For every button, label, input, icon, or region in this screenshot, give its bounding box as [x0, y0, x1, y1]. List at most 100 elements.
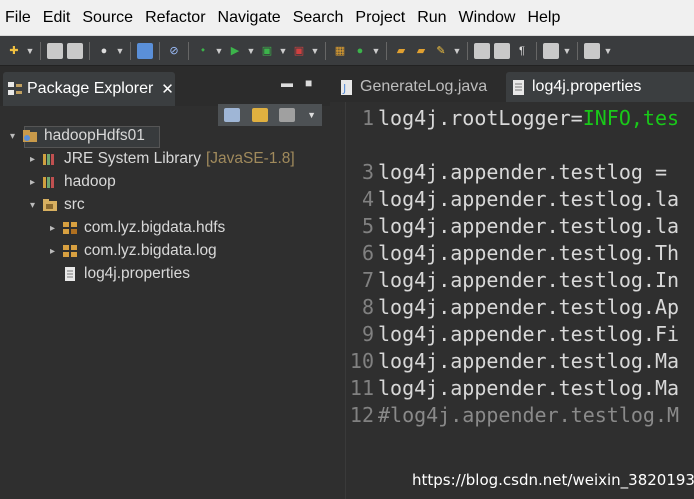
- last-tool-dropdown-icon[interactable]: ▼: [311, 43, 320, 59]
- toolbar-separator: [188, 41, 189, 60]
- skip-breakpoints-icon[interactable]: ⊘: [166, 43, 182, 59]
- source-folder-icon: [43, 199, 57, 211]
- external-tools-dropdown-icon[interactable]: ▼: [215, 43, 224, 59]
- debug-dropdown-icon[interactable]: ▼: [116, 43, 125, 59]
- code-line[interactable]: log4j.appender.testlog.Fi: [378, 322, 679, 346]
- toolbar-separator: [467, 41, 468, 60]
- new-class-icon[interactable]: ●: [352, 43, 368, 59]
- gutter-divider: [345, 102, 346, 499]
- new-icon[interactable]: ✚: [6, 43, 22, 59]
- expand-twisty-icon[interactable]: ▸: [50, 223, 62, 234]
- code-line[interactable]: log4j.appender.testlog.Ap: [378, 295, 679, 319]
- line-number: 1: [361, 106, 374, 130]
- menu-project[interactable]: Project: [350, 0, 412, 36]
- expand-twisty-icon[interactable]: ▸: [30, 177, 42, 188]
- code-line[interactable]: log4j.appender.testlog.Ma: [378, 349, 679, 373]
- menu-source[interactable]: Source: [77, 0, 140, 36]
- new-dropdown-icon[interactable]: ▼: [26, 43, 35, 59]
- new-class-dropdown-icon[interactable]: ▼: [372, 43, 381, 59]
- code-line[interactable]: log4j.appender.testlog.Th: [378, 241, 679, 265]
- save-icon[interactable]: [47, 42, 63, 59]
- code-line-comment[interactable]: #log4j.appender.testlog.M: [378, 403, 679, 427]
- focus-icon[interactable]: [279, 108, 296, 122]
- run-dropdown-icon[interactable]: ▼: [247, 43, 256, 59]
- open-task-icon[interactable]: ▰: [413, 43, 429, 59]
- code-line[interactable]: log4j.appender.testlog.In: [378, 268, 679, 292]
- menu-refactor[interactable]: Refactor: [140, 0, 212, 36]
- explorer-title: Package Explorer: [27, 80, 154, 97]
- tree-item-package-log[interactable]: ▸ com.lyz.bigdata.log: [50, 240, 217, 262]
- package-icon: [63, 245, 77, 257]
- annotation-dropdown-icon[interactable]: ▼: [563, 43, 572, 59]
- tree-item-src[interactable]: ▾ src: [30, 194, 85, 216]
- menu-navigate[interactable]: Navigate: [213, 0, 288, 36]
- tree-item-hadoopHdfs01[interactable]: ▾ hadoopHdfs01: [10, 125, 145, 147]
- save-all-icon[interactable]: [67, 42, 83, 59]
- code-line[interactable]: log4j.appender.testlog.la: [378, 187, 679, 211]
- line-number: 12: [349, 403, 374, 427]
- code-editor[interactable]: 1 log4j.rootLogger=INFO,tes 3 log4j.appe…: [330, 102, 694, 499]
- view-menu-icon[interactable]: ▼: [307, 110, 316, 120]
- tree-item-label: com.lyz.bigdata.hdfs: [84, 219, 226, 236]
- editor-panel: J GenerateLog.java log4j.properties 1 lo…: [330, 66, 694, 499]
- search-dropdown-icon[interactable]: ▼: [453, 43, 462, 59]
- toolbar-separator: [577, 41, 578, 60]
- line-number: 5: [361, 214, 374, 238]
- properties-file-icon: [513, 79, 524, 95]
- collapse-twisty-icon[interactable]: ▾: [30, 200, 42, 211]
- tab-package-explorer[interactable]: Package Explorer ✕: [3, 72, 175, 106]
- tree-item-label: hadoopHdfs01: [44, 127, 145, 144]
- brush-icon[interactable]: ✎: [433, 43, 449, 59]
- link-with-editor-icon[interactable]: [251, 108, 268, 122]
- tree-item-package-hdfs[interactable]: ▸ com.lyz.bigdata.hdfs: [50, 217, 225, 239]
- last-edit-icon[interactable]: [584, 42, 600, 59]
- run-last-tool-icon[interactable]: ▣: [291, 43, 307, 59]
- external-tools-icon[interactable]: ⬩: [195, 43, 211, 59]
- line-number: 6: [361, 241, 374, 265]
- property-value: INFO,tes: [582, 106, 680, 130]
- tree-item-label: JRE System Library: [64, 150, 201, 167]
- coverage-dropdown-icon[interactable]: ▼: [279, 43, 288, 59]
- expand-twisty-icon[interactable]: ▸: [50, 246, 62, 257]
- menu-window[interactable]: Window: [454, 0, 523, 36]
- run-coverage-icon[interactable]: ▣: [259, 43, 275, 59]
- menu-bar: File Edit Source Refactor Navigate Searc…: [0, 0, 694, 36]
- code-line[interactable]: log4j.appender.testlog.Ma: [378, 376, 679, 400]
- toolbar-separator: [159, 41, 160, 60]
- code-line[interactable]: log4j.appender.testlog.la: [378, 214, 679, 238]
- tree-item-label: src: [64, 196, 85, 213]
- tree-item-jre-system-library[interactable]: ▸ JRE System Library [JavaSE-1.8]: [30, 148, 295, 170]
- collapse-twisty-icon[interactable]: ▾: [10, 131, 22, 142]
- close-icon[interactable]: ✕: [161, 80, 174, 98]
- code-line[interactable]: log4j.appender.testlog =: [378, 160, 679, 184]
- tree-item-label: log4j.properties: [84, 265, 190, 282]
- menu-run[interactable]: Run: [412, 0, 453, 36]
- block-selection-icon[interactable]: [494, 42, 510, 59]
- minimize-icon[interactable]: ▬: [281, 76, 293, 90]
- collapse-all-icon[interactable]: [223, 108, 240, 122]
- tree-item-hadoop[interactable]: ▸ hadoop: [30, 171, 116, 193]
- tree-item-label: com.lyz.bigdata.log: [84, 242, 217, 259]
- open-type-icon[interactable]: ▰: [393, 43, 409, 59]
- menu-edit[interactable]: Edit: [38, 0, 78, 36]
- last-edit-dropdown-icon[interactable]: ▼: [604, 43, 613, 59]
- toolbar-separator: [40, 41, 41, 60]
- tab-generatelog-java[interactable]: J GenerateLog.java: [334, 72, 500, 102]
- show-whitespace-icon[interactable]: ¶: [514, 43, 530, 59]
- new-java-project-icon[interactable]: ▦: [332, 43, 348, 59]
- tree-item-log4j-properties[interactable]: log4j.properties: [50, 263, 190, 285]
- run-icon[interactable]: ▶: [227, 43, 243, 59]
- java-project-icon: [23, 130, 37, 142]
- next-annotation-icon[interactable]: [543, 42, 559, 59]
- expand-twisty-icon[interactable]: ▸: [30, 154, 42, 165]
- open-console-icon[interactable]: [137, 42, 153, 59]
- debug-icon[interactable]: ●: [96, 43, 112, 59]
- toggle-mark-icon[interactable]: [474, 42, 490, 59]
- line-number: 11: [349, 376, 374, 400]
- code-line[interactable]: log4j.rootLogger=INFO,tes: [378, 106, 679, 130]
- menu-help[interactable]: Help: [522, 0, 567, 36]
- menu-file[interactable]: File: [0, 0, 38, 36]
- menu-search[interactable]: Search: [288, 0, 351, 36]
- tab-log4j-properties[interactable]: log4j.properties: [506, 72, 694, 102]
- maximize-icon[interactable]: ■: [305, 76, 312, 90]
